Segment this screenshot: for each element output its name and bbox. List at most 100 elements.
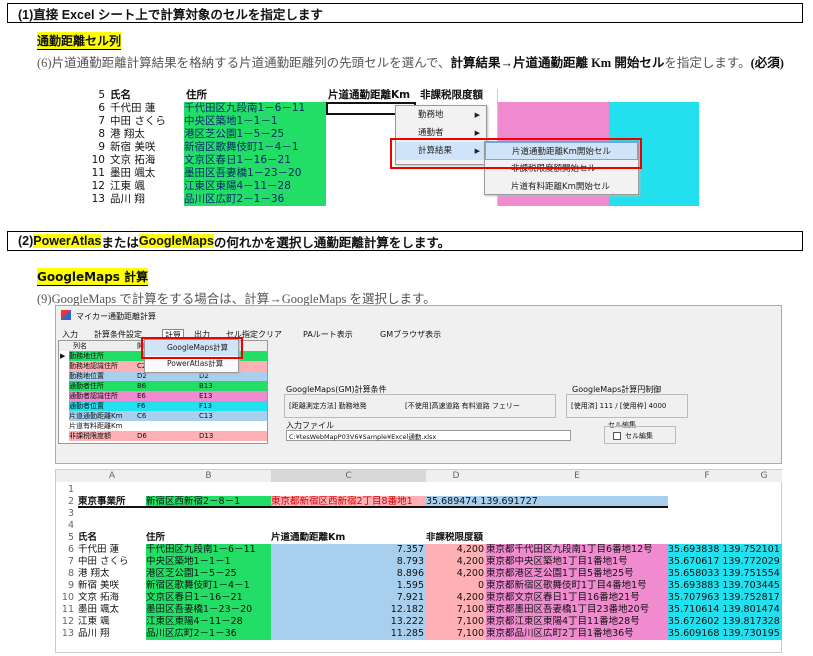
list-row-name: 通勤者認識住所 xyxy=(69,391,137,401)
sheet-name-cell: 新宿 美咲 xyxy=(78,580,120,591)
input-file-field[interactable]: C:¥tesWebMapP03V6¥Sample¥Excel通勤.xlsx xyxy=(286,430,571,441)
column-header[interactable]: G xyxy=(746,470,782,482)
list-row-end: F13 xyxy=(199,401,267,411)
section1-heading-text: (1)直接 Excel シート上で計算対象のセルを指定します xyxy=(18,7,323,22)
column-header[interactable]: A xyxy=(78,470,146,482)
grid-addr-cell: 千代田区九段南1－6－11 xyxy=(184,102,326,115)
section2-subheading: GoogleMaps 計算 xyxy=(37,268,149,286)
sheet-addr-cell: 品川区広町2－1－36 xyxy=(146,628,271,640)
sheet-addr-cell: 墨田区吾妻橋1－23－20 xyxy=(146,604,271,616)
list-row[interactable]: 通勤者住所 B6 B13 xyxy=(59,381,267,391)
grid-name-cell: 品川 翔 xyxy=(110,193,145,205)
list-row[interactable]: 通勤者位置 F6 F13 xyxy=(59,401,267,411)
menubar-item[interactable]: GMブラウザ表示 xyxy=(380,329,441,340)
grid-row-num: 10 xyxy=(91,154,105,166)
list-row-end: E13 xyxy=(199,391,267,401)
sheet-recog-cell: 東京都港区芝公園1丁目5番地25号 xyxy=(486,568,668,580)
excel-sheet: ABCDEFG 1 2 3 4 5 東京事業所 新宿区西新宿2－8－1 東京都新宿区西新宿2丁… xyxy=(55,469,782,653)
heading-prefix: (2) xyxy=(18,234,34,248)
menubar-item[interactable]: 入力 xyxy=(62,329,78,340)
app-titlebar: マイカー通勤距離計算 xyxy=(59,309,156,323)
list-header-cell: 列名 xyxy=(73,342,87,350)
submenu-item[interactable]: 片道有料距離Km開始セル xyxy=(485,178,638,196)
sheet-recog-cell: 東京都江東区東陽4丁目11番地28号 xyxy=(486,616,668,628)
grid-addr-cell: 江東区東陽4－11－28 xyxy=(184,180,326,193)
list-row-end: B13 xyxy=(199,381,267,391)
grid-addr-cell: 品川区広町2－1－36 xyxy=(184,193,326,206)
row-number: 8 xyxy=(67,568,74,579)
list-row-start: E6 xyxy=(137,391,199,401)
menubar-item[interactable]: 計算条件設定 xyxy=(94,329,142,340)
highlight-box-1 xyxy=(390,138,642,169)
para-suffix: を指定します。 xyxy=(664,56,751,70)
sheet-name-cell: 千代田 蓮 xyxy=(78,544,120,555)
sheet-limit-cell: 7,100 xyxy=(426,628,486,640)
sheet-addr-cell: 新宿区歌舞伎町1－4－1 xyxy=(146,580,271,592)
sheet-pos-cell: 35.658033 139.751554 xyxy=(668,568,782,580)
grid-addr-cell: 港区芝公園1－5－25 xyxy=(184,128,326,141)
grid-addr-cell: 墨田区吾妻橋1－23－20 xyxy=(184,167,326,180)
section2-heading: (2) PowerAtlas または GoogleMaps の何れかを選択し通勤… xyxy=(7,231,803,251)
sheet-recog-cell: 東京都新宿区歌舞伎町1丁目4番地1号 xyxy=(486,580,668,592)
sheet-pos-cell: 35.707963 139.752817 xyxy=(668,592,782,604)
list-row[interactable]: 片道有料距離Km xyxy=(59,421,267,431)
list-row-start xyxy=(137,421,199,431)
sheet-limit-cell: 0 xyxy=(426,580,486,592)
list-row-end: C13 xyxy=(199,411,267,421)
row-number: 12 xyxy=(61,616,74,627)
sheet-name-cell: 品川 翔 xyxy=(78,628,110,639)
grid-row-num: 8 xyxy=(98,128,105,140)
sheet-name-cell: 港 翔太 xyxy=(78,568,110,579)
sheet-addr-cell: 港区芝公園1－5－25 xyxy=(146,568,271,580)
grid-header-km: 片道通勤距離Km xyxy=(328,89,411,101)
sheet-km-cell: 8.896 xyxy=(271,568,426,580)
sheet-recog-cell: 東京都中央区築地1丁目1番地1号 xyxy=(486,556,668,568)
list-row[interactable]: 通勤者認識住所 E6 E13 xyxy=(59,391,267,401)
list-row-name: 非課税限度額 xyxy=(69,431,137,441)
sheet-addr-cell: 江東区東陽4－11－28 xyxy=(146,616,271,628)
sheet-recog-cell: 東京都品川区広町2丁目1番地36号 xyxy=(486,628,668,640)
sheet-office-recog: 東京都新宿区西新宿2丁目8番地1 xyxy=(271,496,426,508)
column-header[interactable]: C xyxy=(271,470,426,482)
row-number: 6 xyxy=(67,544,74,555)
row-number: 3 xyxy=(67,508,74,519)
grid-name-cell: 江東 颯 xyxy=(110,180,145,192)
list-row[interactable]: 非課税限度額 D6 D13 xyxy=(59,431,267,441)
sheet-km-cell: 13.222 xyxy=(271,616,426,628)
menubar-item[interactable]: PAルート表示 xyxy=(303,329,353,340)
sheet-addr-cell: 文京区春日1－16－21 xyxy=(146,592,271,604)
list-row-start: F6 xyxy=(137,401,199,411)
sheet-limit-cell: 4,200 xyxy=(426,544,486,556)
list-row-start: B6 xyxy=(137,381,199,391)
list-row-name: 勤務地認識住所 xyxy=(69,361,137,371)
grid-header-addr: 住所 xyxy=(186,89,207,101)
row-pointer-icon: ▶ xyxy=(60,352,66,360)
list-row-name: 片道有料距離Km xyxy=(69,421,137,431)
column-header[interactable]: B xyxy=(146,470,271,482)
sheet-header-limit: 非課税限度額 xyxy=(426,532,484,543)
context-menu-item[interactable]: 勤務地 ▶ xyxy=(396,106,486,124)
sheet-pos-cell: 35.693883 139.703445 xyxy=(668,580,782,592)
sheet-km-cell: 11.285 xyxy=(271,628,426,640)
list-row[interactable]: 片道通勤距離Km C6 C13 xyxy=(59,411,267,421)
sheet-addr-cell: 中央区築地1－1－1 xyxy=(146,556,271,568)
sheet-limit-cell: 4,200 xyxy=(426,556,486,568)
sheet-name-cell: 江東 颯 xyxy=(78,616,110,627)
sheet-km-cell: 8.793 xyxy=(271,556,426,568)
section1-paragraph: (6)片道通勤距離計算結果を格納する片道通勤距離列の先頭セルを選んで、計算結果→… xyxy=(37,52,807,74)
column-header[interactable]: E xyxy=(486,470,668,482)
sheet-recog-cell: 東京都墨田区吾妻橋1丁目23番地20号 xyxy=(486,604,668,616)
sheet-header-name: 氏名 xyxy=(78,532,98,543)
grid-row-num: 13 xyxy=(91,193,105,205)
column-header[interactable]: F xyxy=(668,470,746,482)
grid-row-num: 6 xyxy=(98,102,105,114)
cell-edit-checkbox[interactable] xyxy=(613,432,621,440)
input-file-value: C:¥tesWebMapP03V6¥Sample¥Excel通勤.xlsx xyxy=(289,433,437,441)
list-row-name: 片道通勤距離Km xyxy=(69,411,137,421)
gm-ctrl-box: [使用済] 111 / [使用枠] 4000 xyxy=(566,394,688,418)
highlight-box-2 xyxy=(141,337,243,359)
sheet-recog-cell: 東京都文京区春日1丁目16番地21号 xyxy=(486,592,668,604)
column-header[interactable]: D xyxy=(426,470,486,482)
list-row-name: 勤務地位置 xyxy=(69,371,137,381)
row-number: 1 xyxy=(67,484,74,495)
